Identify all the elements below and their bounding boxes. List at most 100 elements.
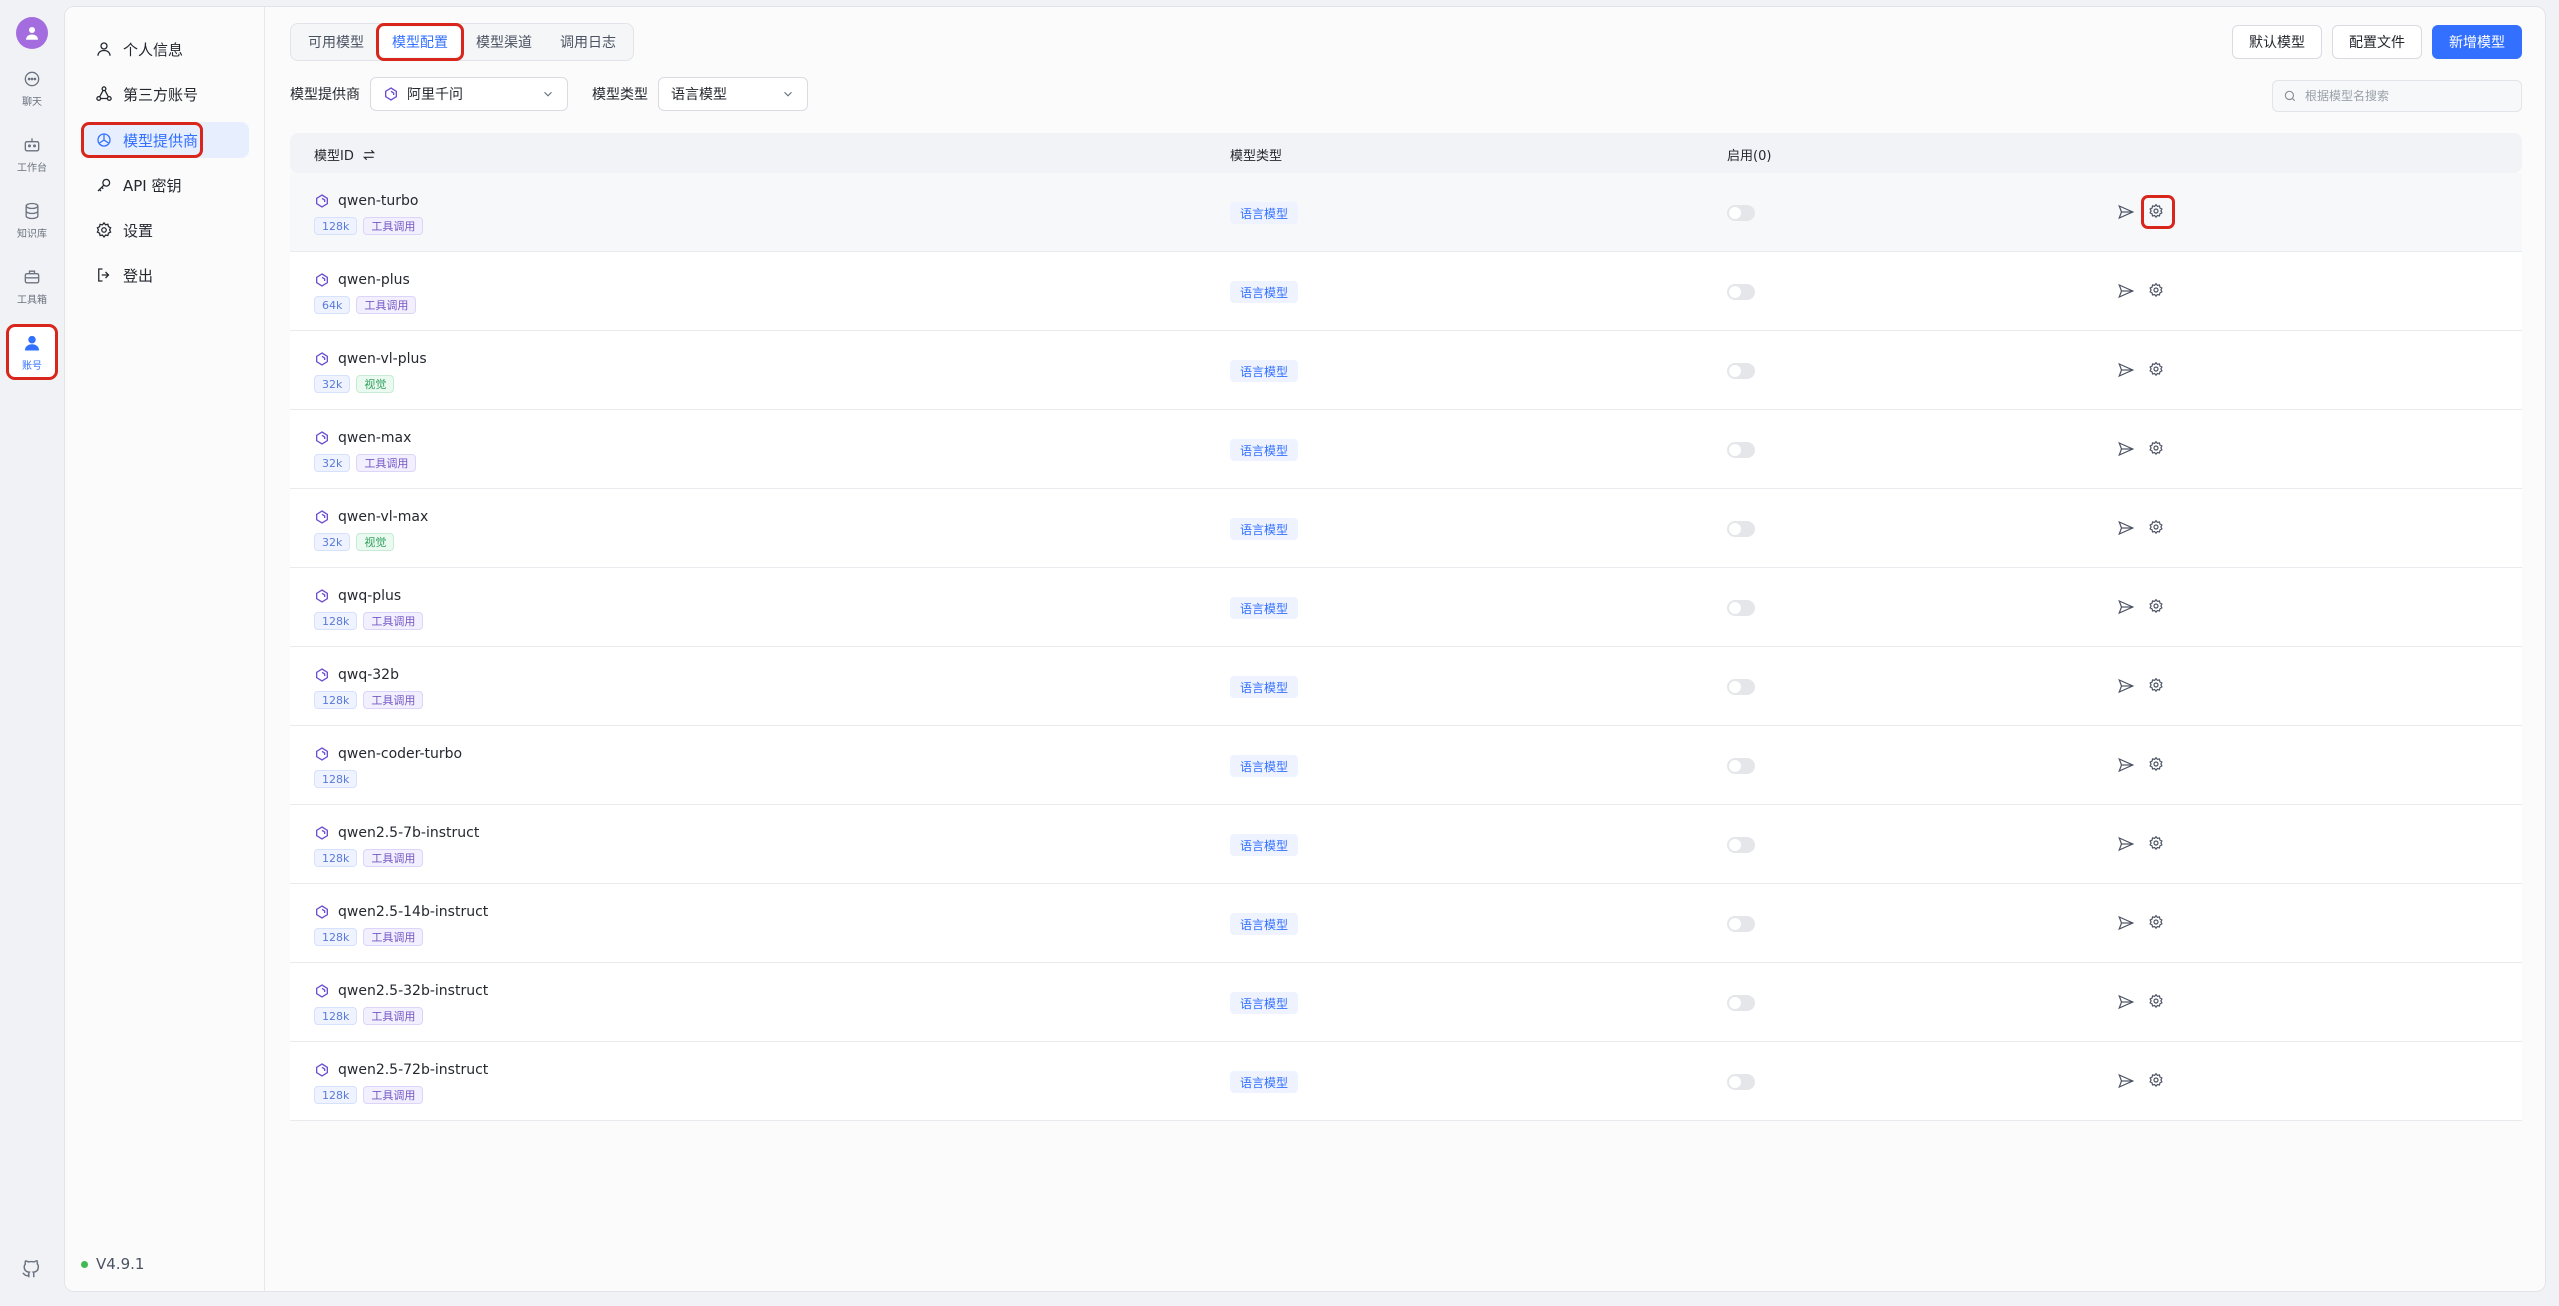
- enable-toggle[interactable]: [1727, 521, 1755, 537]
- test-button[interactable]: [2117, 361, 2135, 383]
- test-button[interactable]: [2117, 440, 2135, 462]
- model-tag: 32k: [314, 454, 351, 472]
- qwen-logo-icon: [385, 87, 397, 101]
- rail-label: 工作台: [17, 162, 47, 174]
- model-tags: 128k 工具调用: [314, 217, 424, 235]
- test-button[interactable]: [2117, 282, 2135, 304]
- enable-toggle[interactable]: [1727, 600, 1755, 616]
- search-box: [2272, 80, 2522, 112]
- model-tags: 128k 工具调用: [314, 1007, 424, 1025]
- model-tags: 128k 工具调用: [314, 928, 424, 946]
- config-file-button[interactable]: 配置文件: [2332, 25, 2422, 59]
- subnav-item-model-provider[interactable]: 模型提供商: [81, 122, 249, 158]
- test-button[interactable]: [2117, 598, 2135, 620]
- type-select[interactable]: 语言模型: [658, 77, 808, 111]
- config-button[interactable]: [2148, 598, 2164, 618]
- subnav-item-third-party[interactable]: 第三方账号: [81, 76, 249, 112]
- table-row: qwen-coder-turbo 128k 语言模型: [290, 726, 2522, 805]
- model-name-cell: qwen-coder-turbo: [314, 746, 462, 762]
- config-button[interactable]: [2148, 440, 2164, 460]
- model-tag: 工具调用: [363, 849, 424, 867]
- subnav-item-api-key[interactable]: API 密钥: [81, 167, 249, 203]
- add-model-button[interactable]: 新增模型: [2432, 25, 2522, 59]
- tab-model-config[interactable]: 模型配置: [376, 23, 464, 61]
- model-type-badge: 语言模型: [1230, 518, 1299, 540]
- type-label: 模型类型: [592, 87, 648, 103]
- enable-toggle[interactable]: [1727, 679, 1755, 695]
- qwen-logo-icon: [316, 194, 328, 208]
- model-name-cell: qwq-plus: [314, 588, 401, 604]
- send-icon: [2118, 204, 2135, 220]
- enable-toggle[interactable]: [1727, 1074, 1755, 1090]
- chevron-down-icon: [784, 91, 792, 97]
- model-tag: 工具调用: [356, 296, 417, 314]
- test-button[interactable]: [2117, 1072, 2135, 1094]
- gear-icon: [2149, 677, 2163, 693]
- config-button[interactable]: [2148, 835, 2164, 855]
- config-button[interactable]: [2148, 993, 2164, 1013]
- table-row: qwen2.5-14b-instruct 128k 工具调用 语言模型: [290, 884, 2522, 963]
- gear-icon: [2149, 756, 2163, 772]
- config-button[interactable]: [2148, 282, 2164, 302]
- enable-toggle[interactable]: [1727, 442, 1755, 458]
- subnav-label: 个人信息: [123, 40, 184, 59]
- test-button[interactable]: [2117, 677, 2135, 699]
- gear-icon: [2149, 914, 2163, 930]
- tab-model-channels[interactable]: 模型渠道: [463, 27, 545, 57]
- config-button[interactable]: [2148, 1072, 2164, 1092]
- model-type-badge: 语言模型: [1230, 281, 1299, 303]
- subnav-label: 登出: [123, 266, 154, 285]
- enable-toggle[interactable]: [1727, 205, 1755, 221]
- highlight-box: [2141, 195, 2175, 229]
- test-button[interactable]: [2117, 835, 2135, 857]
- config-button[interactable]: [2148, 677, 2164, 697]
- config-button[interactable]: [2148, 756, 2164, 776]
- test-button[interactable]: [2117, 993, 2135, 1015]
- model-tag: 64k: [314, 296, 351, 314]
- default-model-button[interactable]: 默认模型: [2232, 25, 2322, 59]
- rail-item-toolbox[interactable]: 工具箱: [7, 259, 57, 313]
- enable-toggle[interactable]: [1727, 837, 1755, 853]
- model-tags: 32k 视觉: [314, 533, 395, 551]
- test-button[interactable]: [2117, 203, 2135, 225]
- tab-available-models[interactable]: 可用模型: [295, 27, 377, 57]
- table-row: qwen-turbo 128k 工具调用 语言模型: [290, 173, 2522, 252]
- rail-label: 账号: [22, 360, 42, 372]
- model-tags: 128k 工具调用: [314, 691, 424, 709]
- github-link[interactable]: [20, 1258, 42, 1284]
- enable-toggle[interactable]: [1727, 995, 1755, 1011]
- header-model-id[interactable]: 模型ID: [314, 145, 376, 164]
- search-input[interactable]: [2305, 89, 2505, 103]
- version-indicator: V4.9.1: [81, 1255, 144, 1273]
- model-id: qwen2.5-32b-instruct: [338, 983, 489, 999]
- subnav-item-profile[interactable]: 个人信息: [81, 31, 249, 67]
- send-icon: [2118, 678, 2135, 694]
- header-enable: 启用(0): [1727, 149, 1772, 164]
- config-button[interactable]: [2148, 914, 2164, 934]
- github-icon: [22, 1260, 40, 1278]
- rail-item-workbench[interactable]: 工作台: [7, 127, 57, 181]
- enable-toggle[interactable]: [1727, 284, 1755, 300]
- enable-toggle[interactable]: [1727, 363, 1755, 379]
- enable-toggle[interactable]: [1727, 758, 1755, 774]
- test-button[interactable]: [2117, 756, 2135, 778]
- enable-toggle[interactable]: [1727, 916, 1755, 932]
- sort-icon[interactable]: [362, 149, 376, 161]
- send-icon: [2118, 362, 2135, 378]
- model-name-cell: qwen-turbo: [314, 193, 418, 209]
- rail-item-account[interactable]: 账号: [6, 324, 58, 380]
- provider-select[interactable]: 阿里千问: [370, 77, 568, 111]
- avatar[interactable]: [16, 17, 48, 49]
- tab-call-logs[interactable]: 调用日志: [547, 27, 629, 57]
- subnav-item-logout[interactable]: 登出: [81, 257, 249, 293]
- rail-item-chat[interactable]: 聊天: [7, 61, 57, 115]
- link-icon: [96, 86, 112, 102]
- test-button[interactable]: [2117, 519, 2135, 541]
- test-button[interactable]: [2117, 914, 2135, 936]
- config-button[interactable]: [2148, 361, 2164, 381]
- subnav-item-settings[interactable]: 设置: [81, 212, 249, 248]
- rail-item-knowledge[interactable]: 知识库: [7, 193, 57, 247]
- user-outline-icon: [97, 42, 111, 56]
- model-tag: 128k: [314, 691, 358, 709]
- config-button[interactable]: [2148, 519, 2164, 539]
